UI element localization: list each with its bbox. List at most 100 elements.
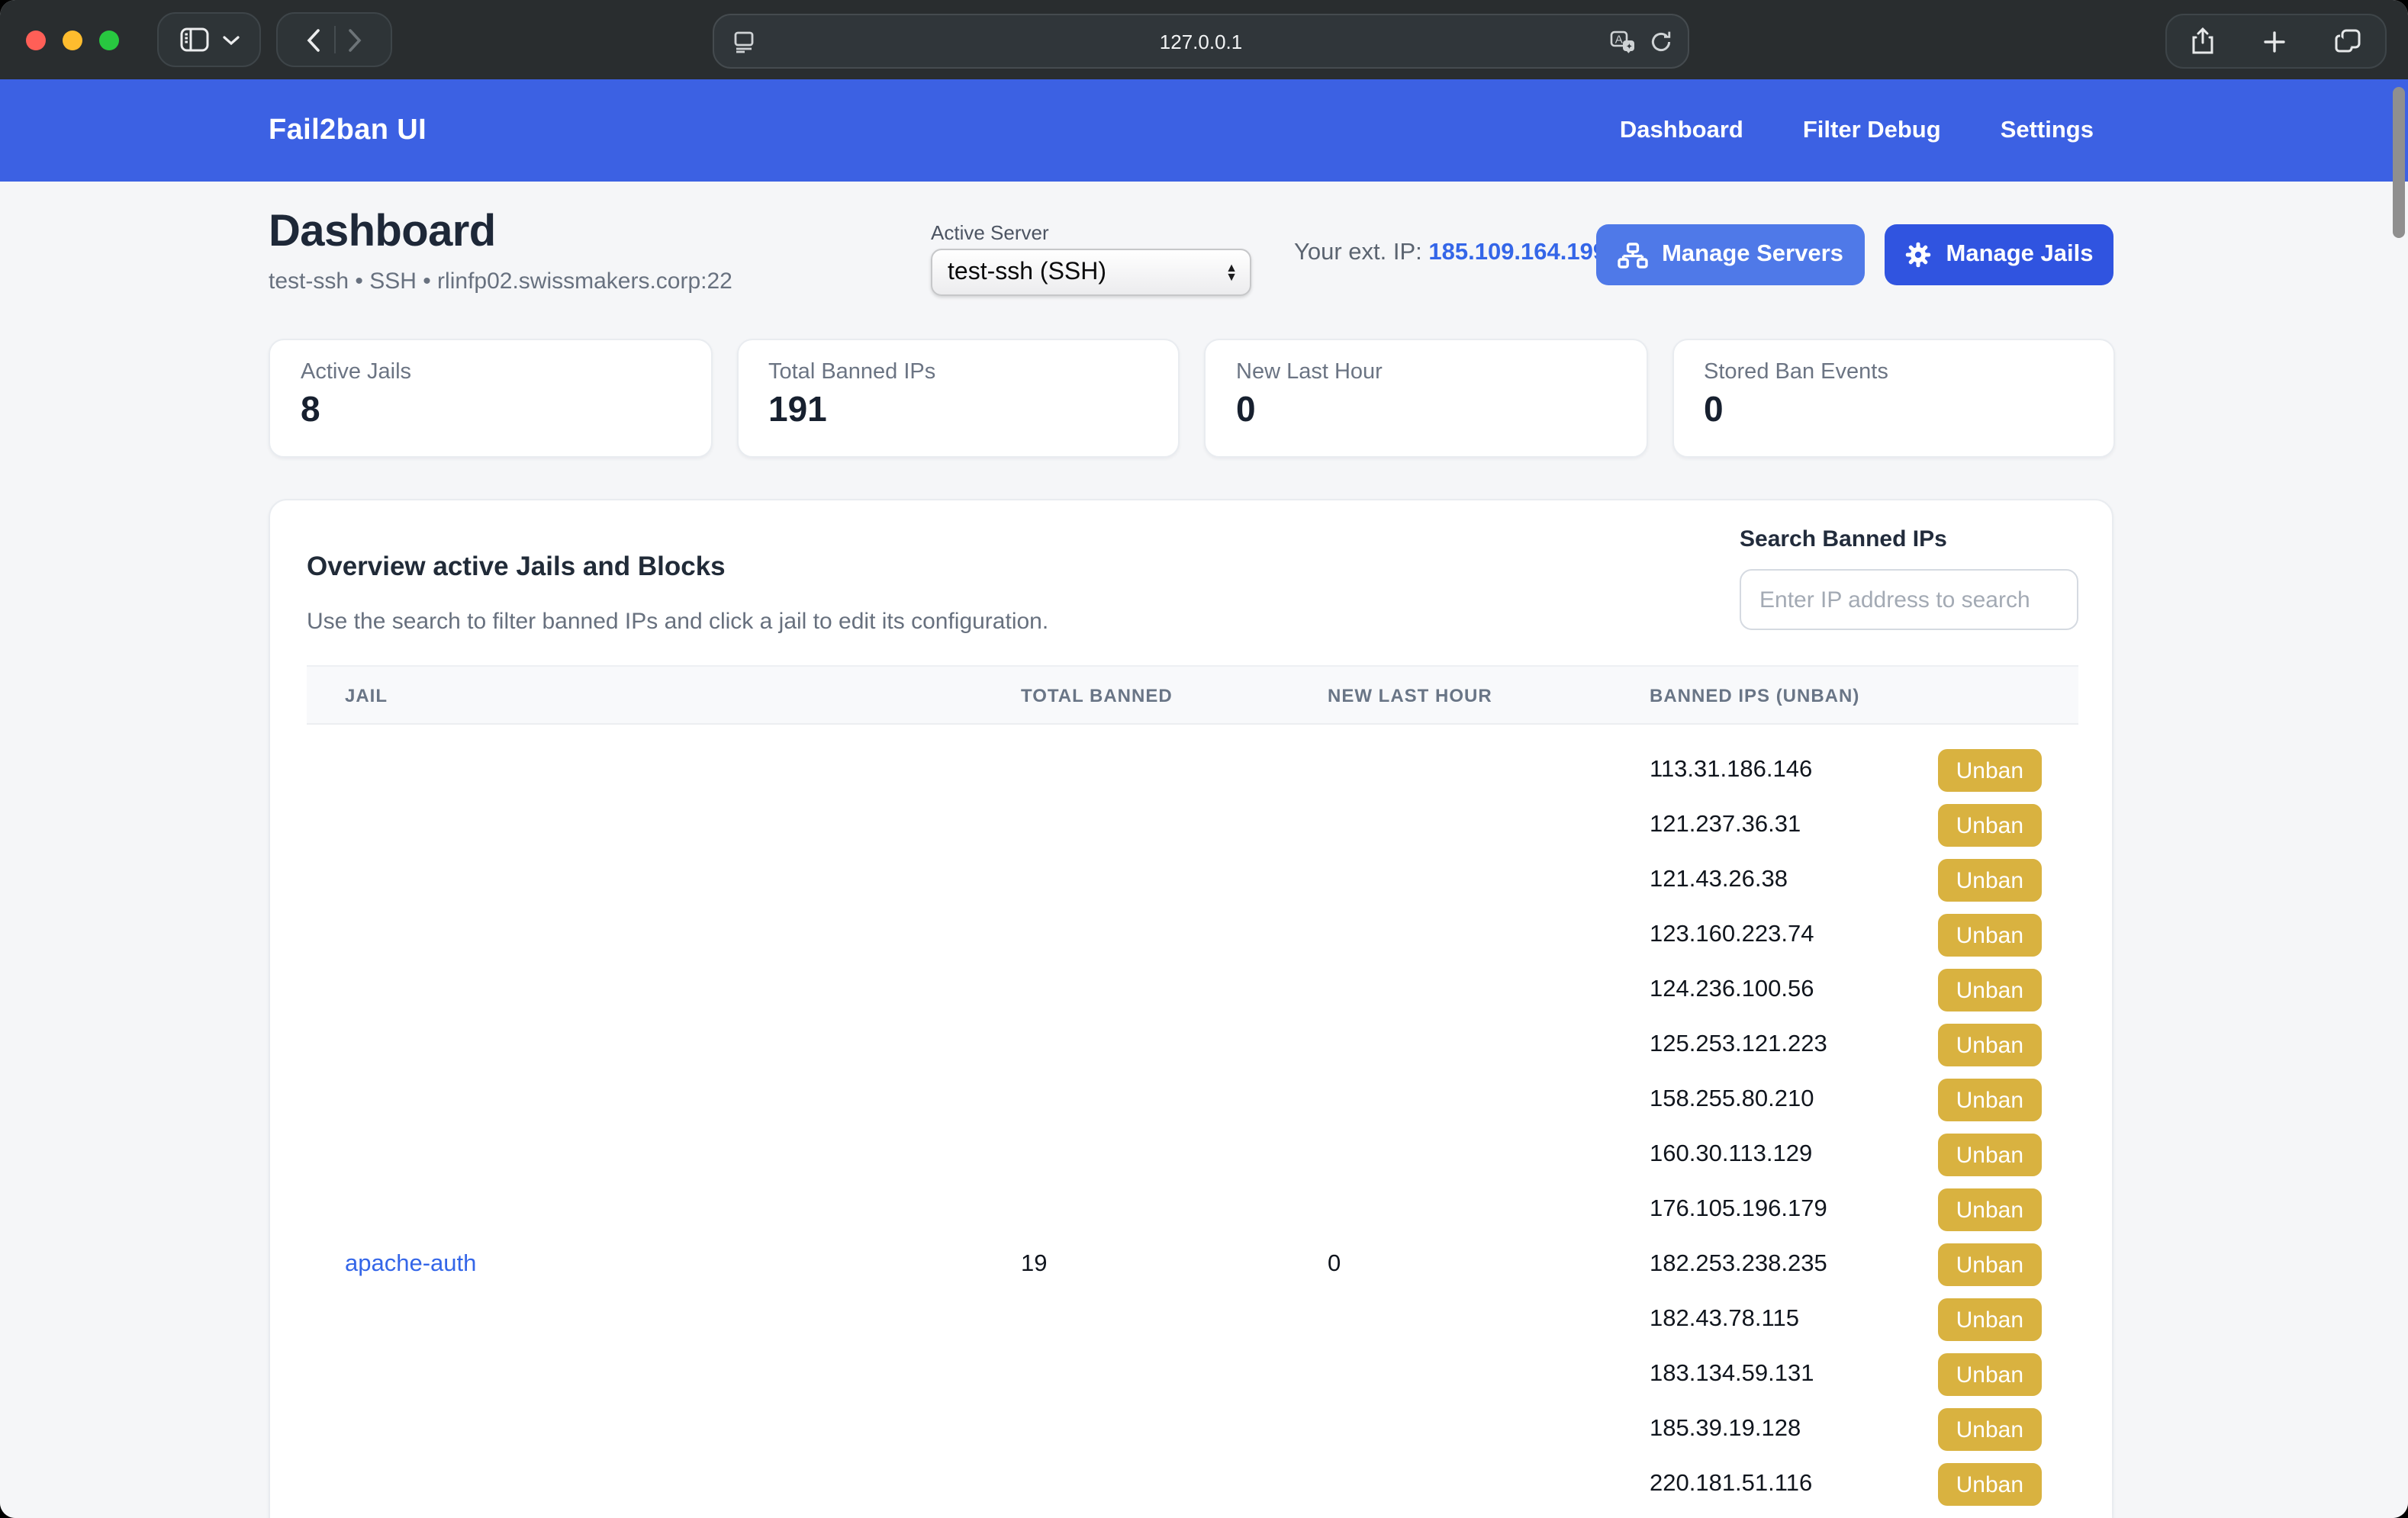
unban-button[interactable]: Unban: [1938, 969, 2042, 1011]
table-header: Jail Total Banned New Last Hour Banned I…: [307, 665, 2078, 725]
sidebar-chevron-button[interactable]: [222, 34, 239, 45]
sidebar-toolbar-group: [157, 12, 261, 67]
manage-servers-button[interactable]: Manage Servers: [1596, 224, 1865, 285]
unban-button[interactable]: Unban: [1938, 859, 2042, 902]
stat-value: 0: [1704, 389, 2083, 430]
sidebar-toggle-button[interactable]: [179, 27, 208, 52]
dashboard-page: Dashboard test-ssh • SSH • rlinfp02.swis…: [269, 182, 2115, 1518]
banned-ip-row: 158.255.80.210Unban: [1650, 1079, 2042, 1121]
zoom-window-button[interactable]: [99, 30, 119, 50]
unban-button[interactable]: Unban: [1938, 1298, 2042, 1341]
svg-text:✦: ✦: [1626, 40, 1633, 50]
stat-label: New Last Hour: [1236, 360, 1615, 384]
overview-title: Overview active Jails and Blocks: [307, 551, 726, 583]
external-ip-value[interactable]: 185.109.164.199: [1428, 240, 1606, 265]
nav-link-filter-debug[interactable]: Filter Debug: [1803, 117, 1941, 144]
nav-links: Dashboard Filter Debug Settings: [1620, 117, 2094, 144]
history-toolbar-group: [276, 12, 392, 67]
jail-link[interactable]: apache-auth: [345, 1251, 476, 1278]
stat-card-stored-ban-events: Stored Ban Events 0: [1672, 339, 2115, 458]
banned-ip-row: 185.39.19.128 Unban: [1650, 1408, 2042, 1451]
banned-ip: 123.160.223.74: [1650, 921, 1814, 949]
jails-table: Jail Total Banned New Last Hour Banned I…: [307, 665, 2078, 1518]
unban-button[interactable]: Unban: [1938, 804, 2042, 847]
banned-ip-row: 113.31.186.146 Unban: [1650, 749, 2042, 792]
unban-button[interactable]: Unban: [1938, 1463, 2042, 1506]
share-button[interactable]: [2191, 27, 2214, 55]
banned-ip: 125.253.121.223: [1650, 1031, 1827, 1059]
banned-ip: 113.31.186.146: [1650, 757, 1812, 784]
banned-ip: 182.253.238.235: [1650, 1251, 1827, 1278]
address-bar-actions: A ✦: [1610, 30, 1672, 53]
stat-label: Stored Ban Events: [1704, 360, 2083, 384]
close-window-button[interactable]: [26, 30, 46, 50]
active-server-label: Active Server: [931, 221, 1049, 244]
search-input[interactable]: [1740, 569, 2078, 630]
main-content: Dashboard test-ssh • SSH • rlinfp02.swis…: [0, 182, 2408, 1518]
stat-label: Total Banned IPs: [768, 360, 1148, 384]
address-bar[interactable]: 127.0.0.1 A ✦: [713, 14, 1689, 69]
column-header-new-last-hour: New Last Hour: [1328, 684, 1650, 706]
chevron-left-icon: [307, 28, 320, 51]
stat-card-new-last-hour: New Last Hour 0: [1204, 339, 1647, 458]
banned-ip: 185.39.19.128: [1650, 1416, 1801, 1443]
unban-button[interactable]: Unban: [1938, 1408, 2042, 1451]
new-last-hour-cell: 0: [1328, 725, 1650, 1518]
banned-ip: 183.134.59.131: [1650, 1361, 1814, 1388]
unban-button[interactable]: Unban: [1938, 749, 2042, 792]
sidebar-icon: [179, 27, 208, 52]
app-navbar: Fail2ban UI Dashboard Filter Debug Setti…: [0, 79, 2408, 182]
stat-card-total-banned: Total Banned IPs 191: [736, 339, 1180, 458]
banned-ip: 121.237.36.31: [1650, 812, 1801, 839]
traffic-lights: [26, 30, 119, 50]
search-label: Search Banned IPs: [1740, 526, 2078, 552]
stat-value: 8: [301, 389, 680, 430]
banned-ip-row: 125.253.121.223 Unban: [1650, 1024, 2042, 1066]
new-tab-button[interactable]: [2263, 30, 2286, 53]
unban-button[interactable]: Unban: [1938, 1243, 2042, 1286]
unban-button[interactable]: Unban: [1938, 1134, 2042, 1176]
tab-overview-button[interactable]: [2335, 29, 2361, 53]
banned-ip-row: 220.181.51.116 Unban: [1650, 1463, 2042, 1506]
banned-ip-row: 124.236.100.56Unban: [1650, 969, 2042, 1011]
reload-button[interactable]: [1650, 30, 1672, 53]
manage-servers-label: Manage Servers: [1662, 241, 1843, 269]
banned-ip-row: 160.30.113.129 Unban: [1650, 1134, 2042, 1176]
column-header-banned-ips: Banned IPs (Unban): [1650, 684, 2078, 706]
jail-cell: apache-auth: [345, 725, 1021, 1518]
sitemap-icon: [1618, 242, 1648, 268]
external-ip: Your ext. IP: 185.109.164.199: [1294, 240, 1606, 267]
active-server-select[interactable]: test-ssh (SSH) ▲▼: [931, 249, 1251, 296]
brand-link[interactable]: Fail2ban UI: [269, 114, 427, 147]
page-scrollbar[interactable]: [2393, 87, 2405, 238]
back-button[interactable]: [294, 28, 333, 51]
active-server-value: test-ssh (SSH): [948, 259, 1225, 286]
banned-ip-row: 183.134.59.131 Unban: [1650, 1353, 2042, 1396]
overview-panel: Overview active Jails and Blocks Use the…: [269, 499, 2113, 1518]
manage-jails-label: Manage Jails: [1946, 241, 2094, 269]
unban-button[interactable]: Unban: [1938, 1188, 2042, 1231]
banned-ip-row: 182.253.238.235 Unban: [1650, 1243, 2042, 1286]
unban-button[interactable]: Unban: [1938, 1353, 2042, 1396]
browser-window: 127.0.0.1 A ✦: [0, 0, 2408, 1518]
banned-ip: 160.30.113.129: [1650, 1141, 1812, 1169]
translate-button[interactable]: A ✦: [1610, 30, 1636, 53]
forward-button[interactable]: [335, 28, 375, 51]
unban-button[interactable]: Unban: [1938, 1079, 2042, 1121]
manage-jails-button[interactable]: Manage Jails: [1885, 224, 2113, 285]
unban-button[interactable]: Unban: [1938, 1024, 2042, 1066]
overview-description: Use the search to filter banned IPs and …: [307, 609, 1048, 635]
banned-ip-row: 176.105.196.179Unban: [1650, 1188, 2042, 1231]
minimize-window-button[interactable]: [63, 30, 82, 50]
stat-label: Active Jails: [301, 360, 680, 384]
banned-ip-row: 123.160.223.74 Unban: [1650, 914, 2042, 957]
banned-ip-row: 121.43.26.38Unban: [1650, 859, 2042, 902]
banned-ip-list: 113.31.186.146Unban121.237.36.31Unban121…: [1650, 725, 2078, 1518]
nav-link-dashboard[interactable]: Dashboard: [1620, 117, 1743, 144]
unban-button[interactable]: Unban: [1938, 914, 2042, 957]
browser-toolbar: 127.0.0.1 A ✦: [0, 0, 2408, 79]
column-header-total-banned: Total Banned: [1021, 684, 1328, 706]
nav-link-settings[interactable]: Settings: [2001, 117, 2094, 144]
banned-ip: 220.181.51.116: [1650, 1471, 1812, 1498]
url-text[interactable]: 127.0.0.1: [714, 30, 1688, 53]
